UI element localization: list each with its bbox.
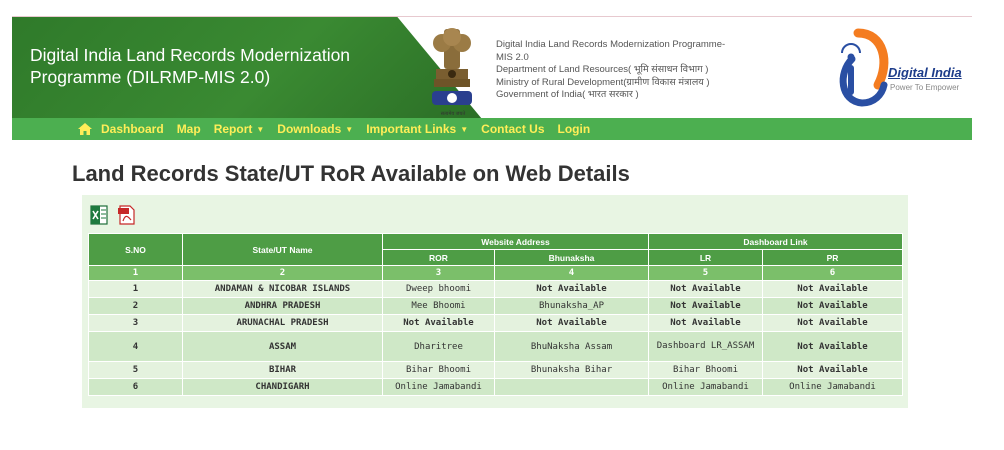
col-header-lr[interactable]: LR <box>648 249 763 266</box>
caret-down-icon: ▼ <box>460 124 469 134</box>
col-number: 2 <box>182 265 383 281</box>
nav-important-links-dropdown[interactable]: Important Links ▼ <box>366 122 468 136</box>
cell-pr: Not Available <box>761 314 904 332</box>
col-header-sno[interactable]: S.NO <box>88 233 183 266</box>
nav-login[interactable]: Login <box>558 122 591 136</box>
cell-state: ANDAMAN & NICOBAR ISLANDS <box>182 280 383 298</box>
caret-down-icon: ▼ <box>256 124 265 134</box>
cell-lr: Not Available <box>648 314 763 332</box>
cell-sno: 2 <box>88 297 183 315</box>
col-group-dashboard: Dashboard Link <box>647 233 904 250</box>
lr-dashboard-link[interactable]: Online Jamabandi <box>648 378 763 396</box>
bhunaksha-link[interactable]: Bhunaksha_AP <box>494 297 649 315</box>
table-row: 1 ANDAMAN & NICOBAR ISLANDS Dweep bhoomi… <box>88 280 904 298</box>
emblem-caption: सत्यमेव जयते <box>440 111 466 117</box>
cell-lr: Not Available <box>648 297 763 315</box>
nav-label: Important Links <box>366 122 457 136</box>
nav-map[interactable]: Map <box>177 122 201 136</box>
table-row: 6 CHANDIGARH Online Jamabandi Online Jam… <box>88 378 904 396</box>
nav-label: Report <box>213 122 253 136</box>
digital-india-logo-icon[interactable] <box>828 23 890 113</box>
col-header-ror[interactable]: ROR <box>382 249 495 266</box>
cell-state: BIHAR <box>182 361 383 379</box>
lr-dashboard-link[interactable]: Bihar Bhoomi <box>648 361 763 379</box>
col-group-website: Website Address <box>382 233 649 250</box>
nav-dashboard[interactable]: Dashboard <box>101 122 164 136</box>
ministry-line: Ministry of Rural Development(ग्रामीण वि… <box>496 76 710 88</box>
cell-sno: 3 <box>88 314 183 332</box>
national-emblem-icon <box>432 28 472 105</box>
cell-sno: 5 <box>88 361 183 379</box>
nav-label: Contact Us <box>481 122 545 136</box>
table-row: 4 ASSAM Dharitree BhuNaksha Assam Dashbo… <box>88 331 904 362</box>
cell-sno: 4 <box>88 331 183 362</box>
ministry-info: Digital India Land Records Modernization… <box>496 39 816 102</box>
col-header-pr[interactable]: PR <box>761 249 904 266</box>
bhunaksha-link[interactable]: BhuNaksha Assam <box>494 331 649 362</box>
table-row: 3 ARUNACHAL PRADESH Not Available Not Av… <box>88 314 904 332</box>
export-toolbar <box>90 205 136 225</box>
ror-link[interactable]: Online Jamabandi <box>382 378 495 396</box>
col-number: 1 <box>88 265 183 281</box>
nav-contact-us[interactable]: Contact Us <box>481 122 544 136</box>
cell-state: CHANDIGARH <box>182 378 383 396</box>
bhunaksha-link[interactable]: Bhunaksha Bihar <box>494 361 649 379</box>
cell-pr: Not Available <box>761 297 904 315</box>
cell-bhunaksha <box>494 378 649 396</box>
cell-ror: Not Available <box>382 314 495 332</box>
digital-india-tagline: Power To Empower <box>890 83 960 92</box>
home-icon[interactable] <box>78 123 92 135</box>
ministry-line: MIS 2.0 <box>496 51 529 63</box>
excel-export-icon[interactable] <box>90 205 108 225</box>
main-navbar: Dashboard Map Report ▼ Downloads ▼ Importa… <box>12 118 972 140</box>
pr-dashboard-link[interactable]: Online Jamabandi <box>761 378 904 396</box>
ror-table: S.NO State/UT Name Website Address Dashb… <box>88 233 904 396</box>
site-title-line2: Programme (DILRMP-MIS 2.0) <box>30 67 271 87</box>
col-header-state[interactable]: State/UT Name <box>182 233 383 266</box>
caret-down-icon: ▼ <box>345 124 354 134</box>
ror-link[interactable]: Bihar Bhoomi <box>382 361 495 379</box>
cell-pr: Not Available <box>761 280 904 298</box>
site-title-line1: Digital India Land Records Modernization <box>30 45 351 65</box>
nav-downloads-dropdown[interactable]: Downloads ▼ <box>277 122 353 136</box>
cell-sno: 1 <box>88 280 183 298</box>
cell-pr: Not Available <box>761 361 904 379</box>
nav-label: Map <box>176 122 201 136</box>
table-row: 2 ANDHRA PRADESH Mee Bhoomi Bhunaksha_AP… <box>88 297 904 315</box>
cell-sno: 6 <box>88 378 183 396</box>
cell-state: ASSAM <box>182 331 383 362</box>
ror-link[interactable]: Dweep bhoomi <box>382 280 495 298</box>
col-number: 4 <box>494 265 649 281</box>
lr-dashboard-link[interactable]: Dashboard LR_ASSAM <box>648 331 763 362</box>
site-title[interactable]: Digital India Land Records Modernization… <box>30 44 410 88</box>
nav-label: Dashboard <box>101 122 164 136</box>
page-title: Land Records State/UT RoR Available on W… <box>72 161 630 186</box>
cell-state: ARUNACHAL PRADESH <box>182 314 383 332</box>
cell-bhunaksha: Not Available <box>494 314 649 332</box>
ministry-line: Department of Land Resources( भूमि संसाध… <box>496 64 709 76</box>
col-header-bhunaksha[interactable]: Bhunaksha <box>494 249 649 266</box>
col-number: 6 <box>761 265 904 281</box>
cell-bhunaksha: Not Available <box>494 280 649 298</box>
ror-link[interactable]: Mee Bhoomi <box>382 297 495 315</box>
col-number: 5 <box>648 265 763 281</box>
table-row: 5 BIHAR Bihar Bhoomi Bhunaksha Bihar Bih… <box>88 361 904 379</box>
ror-link[interactable]: Dharitree <box>382 331 495 362</box>
pdf-export-icon[interactable] <box>118 205 136 225</box>
cell-lr: Not Available <box>648 280 763 298</box>
col-number: 3 <box>382 265 495 281</box>
cell-state: ANDHRA PRADESH <box>182 297 383 315</box>
ministry-line: Digital India Land Records Modernization… <box>496 39 726 50</box>
nav-label: Login <box>557 122 591 136</box>
digital-india-name[interactable]: Digital India <box>888 65 962 80</box>
ministry-line: Government of India( भारत सरकार ) <box>496 89 639 101</box>
site-header: Digital India Land Records Modernization… <box>12 16 972 118</box>
records-panel: S.NO State/UT Name Website Address Dashb… <box>82 195 908 408</box>
cell-pr: Not Available <box>761 331 904 362</box>
nav-report-dropdown[interactable]: Report ▼ <box>214 122 265 136</box>
nav-label: Downloads <box>277 122 342 136</box>
